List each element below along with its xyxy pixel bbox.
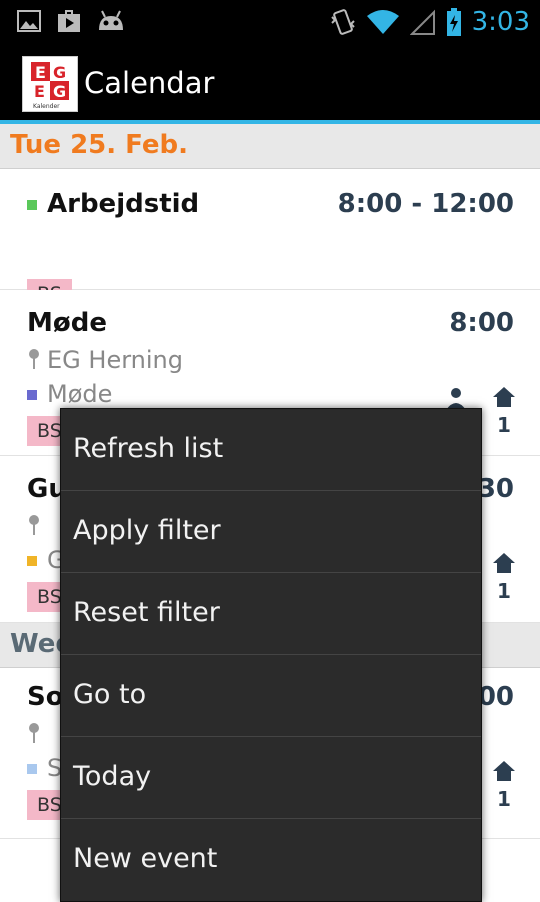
- menu-item-label: New event: [73, 843, 218, 874]
- home-icon: [493, 387, 515, 407]
- event-location: EG Herning: [47, 346, 183, 374]
- menu-item-go-to[interactable]: Go to: [61, 655, 481, 737]
- event-title: Arbejdstid: [47, 189, 200, 219]
- image-icon: [17, 10, 41, 32]
- menu-item-apply-filter[interactable]: Apply filter: [61, 491, 481, 573]
- event-count: 1: [497, 413, 511, 437]
- home-icon: [493, 761, 515, 781]
- android-debug-icon: [99, 10, 123, 30]
- svg-text:E: E: [34, 82, 45, 101]
- menu-item-reset-filter[interactable]: Reset filter: [61, 573, 481, 655]
- category-color-icon: [27, 390, 37, 400]
- svg-text:E: E: [35, 63, 46, 82]
- home-icon: [493, 553, 515, 573]
- location-pin-icon: [29, 723, 39, 743]
- menu-item-label: Reset filter: [73, 597, 220, 628]
- play-store-icon: [58, 10, 80, 32]
- options-menu: Refresh list Apply filter Reset filter G…: [60, 408, 482, 902]
- event-title: Møde: [27, 308, 107, 338]
- menu-item-label: Go to: [73, 679, 147, 710]
- menu-item-today[interactable]: Today: [61, 737, 481, 819]
- vibrate-icon: [330, 9, 355, 35]
- clock: 3:03: [471, 7, 530, 37]
- day-header-label: Tue 25. Feb.: [10, 130, 189, 160]
- menu-item-new-event[interactable]: New event: [61, 819, 481, 900]
- location-pin-icon: [29, 515, 39, 535]
- page-title: Calendar: [84, 66, 215, 100]
- svg-text:G: G: [53, 63, 66, 82]
- action-bar: E G E G Kalender Calendar: [0, 44, 540, 124]
- signal-icon: [409, 9, 435, 35]
- event-time: 00: [477, 682, 514, 712]
- menu-item-label: Today: [73, 761, 152, 792]
- day-header: Tue 25. Feb.: [0, 124, 540, 169]
- event-category: Møde: [47, 380, 113, 408]
- category-color-icon: [27, 199, 37, 210]
- event-title: So: [27, 682, 64, 712]
- event-time: 30: [477, 474, 514, 504]
- menu-item-label: Refresh list: [73, 433, 224, 464]
- category-color-icon: [27, 556, 37, 566]
- menu-item-label: Apply filter: [73, 515, 221, 546]
- event-count: 1: [497, 579, 511, 603]
- event-time: 8:00 - 12:00: [337, 189, 514, 219]
- wifi-icon: [366, 10, 399, 34]
- person-icon: [446, 388, 466, 410]
- location-pin-icon: [29, 349, 39, 369]
- menu-item-refresh-list[interactable]: Refresh list: [61, 409, 481, 491]
- category-color-icon: [27, 764, 37, 774]
- battery-charging-icon: [446, 8, 461, 36]
- status-bar: 3:03: [0, 0, 540, 44]
- eg-logo-icon: E G E G Kalender: [31, 62, 69, 110]
- event-time: 8:00: [449, 308, 514, 338]
- app-logo[interactable]: E G E G Kalender: [22, 56, 78, 112]
- svg-text:G: G: [53, 82, 66, 101]
- event-item[interactable]: Arbejdstid 8:00 - 12:00 BS: [0, 169, 540, 309]
- event-count: 1: [497, 787, 511, 811]
- svg-text:Kalender: Kalender: [33, 103, 60, 110]
